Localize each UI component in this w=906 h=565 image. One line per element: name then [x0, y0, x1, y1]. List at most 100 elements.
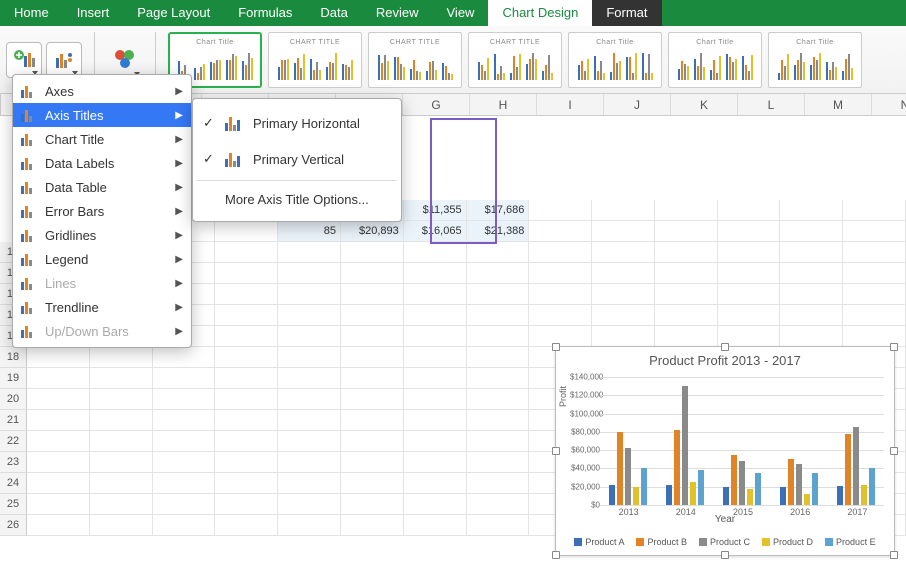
tab-format[interactable]: Format [592, 0, 661, 26]
resize-handle[interactable] [552, 447, 560, 455]
cell[interactable] [467, 431, 530, 452]
cell[interactable] [278, 326, 341, 347]
cell[interactable] [592, 263, 655, 284]
cell[interactable] [90, 431, 153, 452]
cell[interactable] [215, 431, 278, 452]
tab-insert[interactable]: Insert [63, 0, 124, 26]
cell[interactable] [467, 389, 530, 410]
cell[interactable] [404, 431, 467, 452]
chart-bar[interactable] [739, 461, 745, 505]
cell[interactable] [592, 242, 655, 263]
cell[interactable] [780, 242, 843, 263]
cell[interactable]: $16,065 [404, 221, 467, 242]
chart-bar[interactable] [812, 473, 818, 505]
cell[interactable] [90, 515, 153, 536]
resize-handle[interactable] [890, 551, 898, 559]
row-header-20[interactable]: 20 [0, 389, 27, 410]
cell[interactable] [655, 221, 718, 242]
menu-item-trendline[interactable]: Trendline▶ [13, 295, 191, 319]
column-header-G[interactable]: G [403, 94, 470, 115]
cell[interactable] [780, 326, 843, 347]
cell[interactable] [655, 284, 718, 305]
legend-item[interactable]: Product A [574, 537, 624, 547]
cell[interactable] [467, 347, 530, 368]
column-header-N[interactable]: N [872, 94, 906, 115]
menu-item-axis-titles[interactable]: Axis Titles▶ [13, 103, 191, 127]
cell[interactable] [843, 242, 906, 263]
cell[interactable] [655, 305, 718, 326]
cell[interactable] [404, 284, 467, 305]
menu-item-gridlines[interactable]: Gridlines▶ [13, 223, 191, 247]
tab-view[interactable]: View [433, 0, 489, 26]
chart-style-6[interactable]: Chart Title [668, 32, 762, 88]
row-header-22[interactable]: 22 [0, 431, 27, 452]
cell[interactable] [278, 494, 341, 515]
cell[interactable] [341, 515, 404, 536]
cell[interactable]: $20,893 [341, 221, 404, 242]
cell[interactable] [215, 284, 278, 305]
column-header-I[interactable]: I [537, 94, 604, 115]
cell[interactable] [467, 326, 530, 347]
chart-bar[interactable] [861, 485, 867, 505]
cell[interactable] [90, 473, 153, 494]
cell[interactable] [529, 200, 592, 221]
cell[interactable] [153, 368, 216, 389]
cell[interactable] [278, 473, 341, 494]
cell[interactable] [215, 221, 278, 242]
chart-style-5[interactable]: Chart Title [568, 32, 662, 88]
cell[interactable] [404, 368, 467, 389]
row-header-25[interactable]: 25 [0, 494, 27, 515]
cell[interactable] [215, 389, 278, 410]
chart-bar[interactable] [633, 487, 639, 505]
cell[interactable] [90, 452, 153, 473]
cell[interactable] [341, 347, 404, 368]
legend-item[interactable]: Product D [762, 537, 813, 547]
cell[interactable]: $17,686 [467, 200, 530, 221]
cell[interactable] [467, 494, 530, 515]
chart-bar[interactable] [641, 468, 647, 505]
cell[interactable] [655, 263, 718, 284]
cell[interactable] [467, 284, 530, 305]
cell[interactable] [404, 263, 467, 284]
cell[interactable] [341, 305, 404, 326]
cell[interactable] [529, 305, 592, 326]
chart-bar[interactable] [755, 473, 761, 505]
cell[interactable] [467, 368, 530, 389]
cell[interactable] [341, 494, 404, 515]
cell[interactable] [467, 305, 530, 326]
tab-formulas[interactable]: Formulas [224, 0, 306, 26]
chart-bar[interactable] [837, 486, 843, 505]
cell[interactable] [153, 515, 216, 536]
menu-item-axes[interactable]: Axes▶ [13, 79, 191, 103]
chart-bar[interactable] [617, 432, 623, 505]
cell[interactable] [718, 263, 781, 284]
cell[interactable] [153, 431, 216, 452]
plot-area[interactable] [600, 377, 884, 505]
chart-bar[interactable] [796, 464, 802, 505]
chart-bar[interactable] [780, 487, 786, 505]
chart-style-4[interactable]: CHART TITLE [468, 32, 562, 88]
column-header-K[interactable]: K [671, 94, 738, 115]
cell[interactable] [278, 263, 341, 284]
chart-bar[interactable] [845, 434, 851, 505]
add-chart-element-button[interactable] [6, 42, 42, 78]
cell[interactable] [404, 494, 467, 515]
cell[interactable] [404, 410, 467, 431]
cell[interactable] [780, 263, 843, 284]
cell[interactable] [215, 347, 278, 368]
chart-style-7[interactable]: Chart Title [768, 32, 862, 88]
resize-handle[interactable] [552, 343, 560, 351]
cell[interactable] [718, 242, 781, 263]
cell[interactable] [27, 473, 90, 494]
cell[interactable] [27, 347, 90, 368]
cell[interactable] [467, 473, 530, 494]
chart-bar[interactable] [869, 468, 875, 505]
cell[interactable]: 85 [278, 221, 341, 242]
chart-bar[interactable] [788, 459, 794, 505]
cell[interactable] [529, 221, 592, 242]
cell[interactable] [215, 494, 278, 515]
cell[interactable] [341, 242, 404, 263]
cell[interactable] [780, 221, 843, 242]
cell[interactable] [341, 326, 404, 347]
menu-item-legend[interactable]: Legend▶ [13, 247, 191, 271]
